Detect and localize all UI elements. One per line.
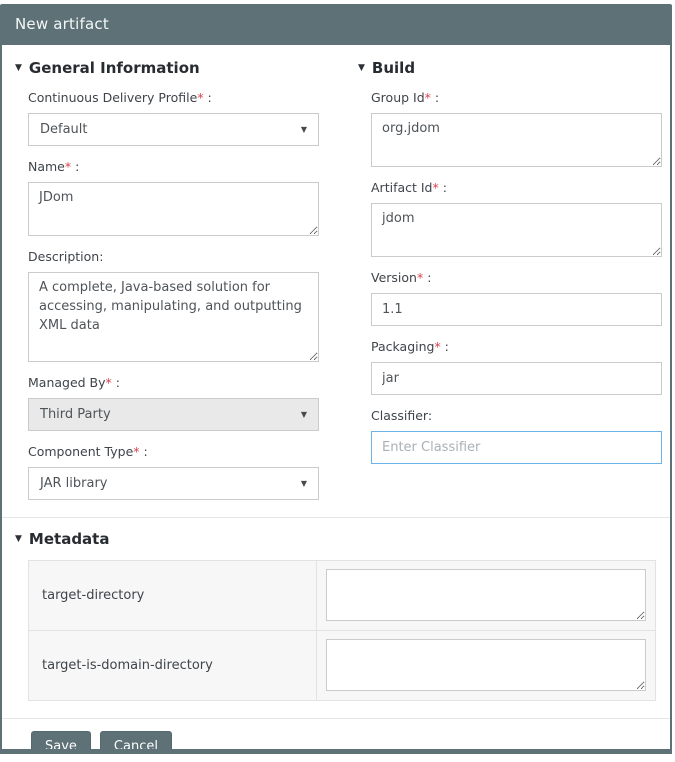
new-artifact-dialog: New artifact ▼ General Information Conti… bbox=[0, 4, 672, 754]
metadata-header[interactable]: ▼ Metadata bbox=[15, 530, 662, 548]
build-section: ▼ Build Group Id* : org.jdom Artifact Id… bbox=[357, 53, 662, 500]
metadata-table: target-directory target-is-domain-direct… bbox=[28, 560, 656, 701]
section-title: General Information bbox=[28, 59, 200, 77]
collapse-caret-icon[interactable]: ▼ bbox=[15, 63, 22, 73]
collapse-caret-icon[interactable]: ▼ bbox=[358, 63, 365, 73]
target-directory-field[interactable] bbox=[325, 569, 646, 621]
continuous-delivery-profile-select[interactable]: Default ▼ bbox=[28, 113, 319, 146]
selected-value: Third Party bbox=[40, 407, 111, 422]
group-id-field[interactable]: org.jdom bbox=[371, 113, 662, 167]
classifier-label: Classifier: bbox=[371, 408, 433, 423]
field-classifier: Classifier: bbox=[371, 408, 662, 464]
target-is-domain-directory-field[interactable] bbox=[325, 639, 646, 691]
name-field[interactable]: JDom bbox=[28, 182, 319, 236]
packaging-field[interactable] bbox=[371, 362, 662, 395]
field-component-type: Component Type* : JAR library ▼ bbox=[28, 444, 319, 500]
metadata-key: target-is-domain-directory bbox=[29, 631, 317, 700]
field-artifact-id: Artifact Id* : jdom bbox=[371, 180, 662, 257]
description-field[interactable]: A complete, Java-based solution for acce… bbox=[28, 272, 319, 362]
dialog-title: New artifact bbox=[0, 4, 672, 45]
managed-by-label: Managed By* : bbox=[28, 375, 120, 390]
section-title: Metadata bbox=[28, 530, 110, 548]
name-label: Name* : bbox=[28, 159, 80, 174]
metadata-section: ▼ Metadata target-directory target-is-do… bbox=[14, 530, 662, 701]
dialog-footer: Save Cancel bbox=[14, 719, 662, 749]
collapse-caret-icon[interactable]: ▼ bbox=[15, 534, 22, 544]
metadata-value-cell bbox=[317, 631, 655, 700]
description-label: Description: bbox=[28, 249, 104, 264]
field-continuous-delivery-profile: Continuous Delivery Profile* : Default ▼ bbox=[28, 90, 319, 146]
build-header[interactable]: ▼ Build bbox=[358, 59, 662, 77]
classifier-field[interactable] bbox=[371, 431, 662, 464]
metadata-value-cell bbox=[317, 561, 655, 630]
chevron-down-icon: ▼ bbox=[300, 479, 307, 488]
continuous-delivery-profile-label: Continuous Delivery Profile* : bbox=[28, 90, 212, 105]
selected-value: Default bbox=[40, 122, 88, 137]
section-title: Build bbox=[371, 59, 416, 77]
field-group-id: Group Id* : org.jdom bbox=[371, 90, 662, 167]
table-row: target-directory bbox=[29, 561, 655, 630]
packaging-label: Packaging* : bbox=[371, 339, 449, 354]
field-version: Version* : bbox=[371, 270, 662, 326]
general-information-section: ▼ General Information Continuous Deliver… bbox=[14, 53, 319, 500]
component-type-label: Component Type* : bbox=[28, 444, 148, 459]
managed-by-select: Third Party ▼ bbox=[28, 398, 319, 431]
dialog-body: ▼ General Information Continuous Deliver… bbox=[0, 45, 672, 754]
field-description: Description: A complete, Java-based solu… bbox=[28, 249, 319, 362]
metadata-key: target-directory bbox=[29, 561, 317, 630]
component-type-select[interactable]: JAR library ▼ bbox=[28, 467, 319, 500]
general-information-header[interactable]: ▼ General Information bbox=[15, 59, 319, 77]
artifact-id-field[interactable]: jdom bbox=[371, 203, 662, 257]
version-label: Version* : bbox=[371, 270, 432, 285]
field-name: Name* : JDom bbox=[28, 159, 319, 236]
selected-value: JAR library bbox=[40, 476, 108, 491]
divider bbox=[2, 517, 670, 518]
save-button[interactable]: Save bbox=[31, 731, 91, 749]
cancel-button[interactable]: Cancel bbox=[99, 731, 172, 749]
chevron-down-icon: ▼ bbox=[300, 125, 307, 134]
version-field[interactable] bbox=[371, 293, 662, 326]
group-id-label: Group Id* : bbox=[371, 90, 440, 105]
field-packaging: Packaging* : bbox=[371, 339, 662, 395]
artifact-id-label: Artifact Id* : bbox=[371, 180, 447, 195]
field-managed-by: Managed By* : Third Party ▼ bbox=[28, 375, 319, 431]
table-row: target-is-domain-directory bbox=[29, 630, 655, 700]
chevron-down-icon: ▼ bbox=[300, 410, 307, 419]
